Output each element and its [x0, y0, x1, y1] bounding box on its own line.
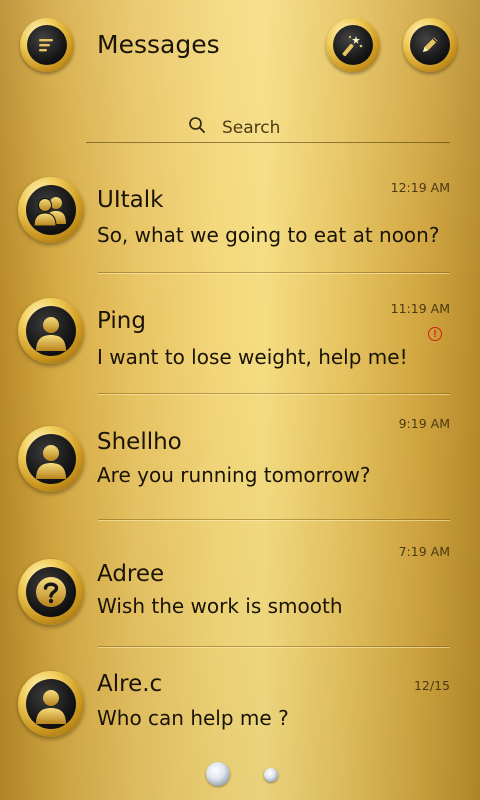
- avatar: [18, 298, 84, 364]
- divider: [98, 272, 450, 273]
- menu-button[interactable]: [20, 18, 74, 72]
- page-indicator: [0, 760, 480, 790]
- message-preview: I want to lose weight, help me!: [97, 345, 408, 369]
- contact-name: UItalk: [97, 187, 164, 213]
- conversation-item[interactable]: Alre.c Who can help me ? 12/15: [0, 662, 480, 752]
- avatar: [18, 671, 84, 737]
- avatar: [18, 177, 84, 243]
- message-time: 12:19 AM: [390, 180, 450, 195]
- search-placeholder: Search: [222, 118, 281, 138]
- avatar: [18, 559, 84, 625]
- page-title: Messages: [97, 30, 220, 59]
- message-preview: So, what we going to eat at noon?: [97, 223, 440, 247]
- divider: [98, 646, 450, 647]
- page-dot-active[interactable]: [206, 762, 230, 786]
- contact-name: Ping: [97, 308, 146, 334]
- conversation-item[interactable]: Adree Wish the work is smooth 7:19 AM: [0, 540, 480, 646]
- conversation-item[interactable]: UItalk So, what we going to eat at noon?…: [0, 172, 480, 272]
- contact-name: Alre.c: [97, 671, 163, 697]
- send-error-icon: !: [428, 327, 442, 341]
- person-icon: [26, 306, 76, 356]
- compose-button[interactable]: [403, 18, 457, 72]
- search-bar[interactable]: Search: [86, 110, 450, 143]
- person-icon: [26, 434, 76, 484]
- magic-wand-icon: [333, 25, 373, 65]
- search-icon: [188, 116, 206, 138]
- contact-name: Shellho: [97, 429, 182, 455]
- group-icon: [26, 185, 76, 235]
- message-time: 7:19 AM: [398, 544, 450, 559]
- avatar: [18, 426, 84, 492]
- person-icon: [26, 679, 76, 729]
- conversation-item[interactable]: Ping I want to lose weight, help me! 11:…: [0, 293, 480, 393]
- message-time: 9:19 AM: [398, 416, 450, 431]
- divider: [98, 393, 450, 394]
- pencil-icon: [410, 25, 450, 65]
- divider: [98, 519, 450, 520]
- conversation-item[interactable]: Shellho Are you running tomorrow? 9:19 A…: [0, 414, 480, 519]
- app-header: Messages: [0, 0, 480, 96]
- message-preview: Who can help me ?: [97, 706, 289, 730]
- message-time: 12/15: [413, 678, 450, 693]
- unknown-contact-icon: [26, 567, 76, 617]
- page-dot[interactable]: [264, 768, 278, 782]
- contact-name: Adree: [97, 561, 165, 587]
- menu-icon: [27, 25, 67, 65]
- theme-button[interactable]: [326, 18, 380, 72]
- message-preview: Are you running tomorrow?: [97, 463, 371, 487]
- message-preview: Wish the work is smooth: [97, 594, 343, 618]
- message-time: 11:19 AM: [390, 301, 450, 316]
